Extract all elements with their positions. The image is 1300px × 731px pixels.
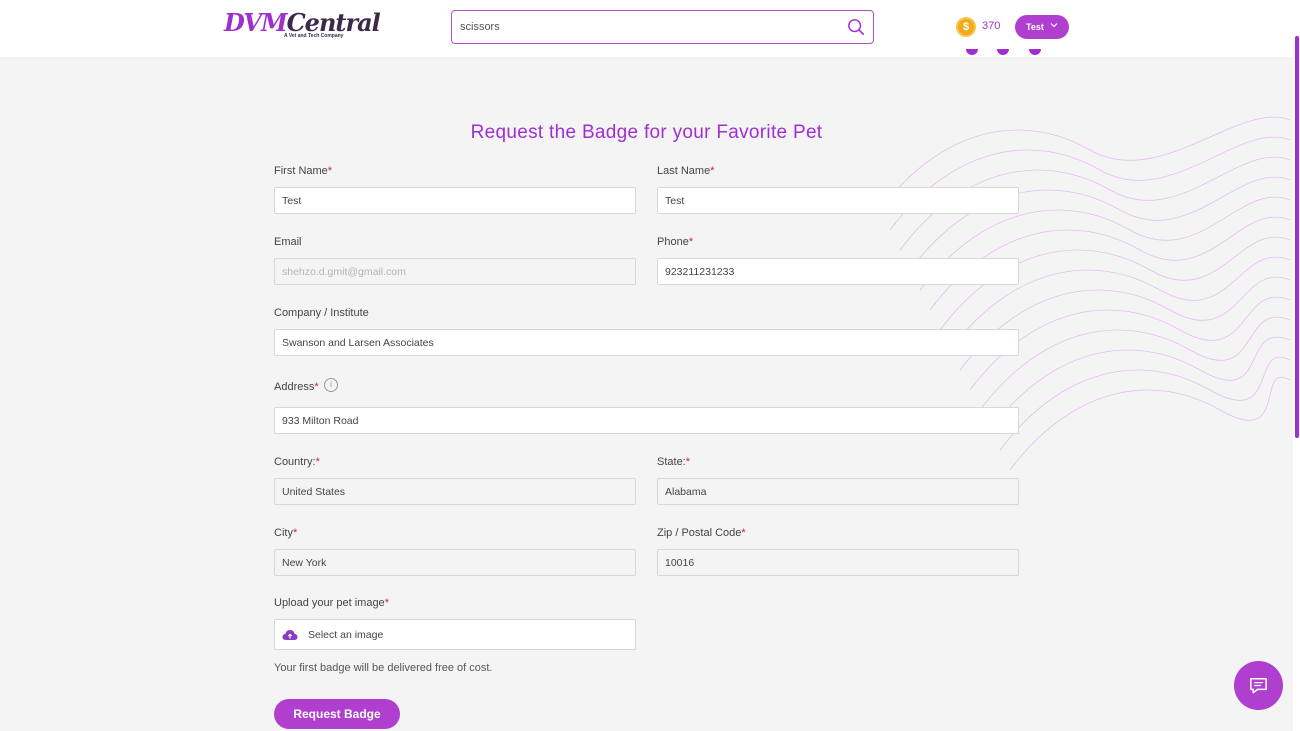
required-marker: * bbox=[292, 527, 298, 539]
free-badge-note: Your first badge will be delivered free … bbox=[274, 662, 493, 674]
required-marker: * bbox=[315, 456, 320, 468]
email-label: Email bbox=[274, 236, 302, 248]
scrollbar-thumb[interactable] bbox=[1295, 36, 1299, 438]
city-label-text: City bbox=[274, 527, 293, 539]
zip-field: 10016 bbox=[657, 549, 1019, 576]
state-field: Alabama bbox=[657, 478, 1019, 505]
page-title: Request the Badge for your Favorite Pet bbox=[470, 122, 823, 143]
required-marker: * bbox=[384, 597, 389, 609]
zip-label: Zip / Postal Code* bbox=[657, 527, 746, 539]
email-label-text: Email bbox=[274, 236, 302, 248]
upload-placeholder: Select an image bbox=[308, 629, 384, 641]
upload-label-text: Upload your pet image bbox=[274, 597, 385, 609]
email-field: shehzo.d.gmit@gmail.com bbox=[274, 258, 636, 285]
company-label: Company / Institute bbox=[274, 307, 369, 319]
info-icon[interactable] bbox=[324, 378, 338, 392]
phone-input[interactable]: 923211231233 bbox=[657, 258, 1019, 285]
required-marker: * bbox=[688, 236, 694, 248]
last-name-label: Last Name* bbox=[657, 165, 714, 177]
search-box[interactable] bbox=[451, 10, 874, 44]
zip-label-text: Zip / Postal Code bbox=[657, 527, 742, 539]
required-marker: * bbox=[710, 165, 715, 177]
state-label-text: State: bbox=[657, 456, 686, 468]
last-name-input[interactable]: Test bbox=[657, 187, 1019, 214]
required-marker: * bbox=[314, 381, 319, 393]
required-marker: * bbox=[327, 165, 333, 177]
logo-tagline: A Vet and Tech Company bbox=[284, 33, 344, 39]
first-name-label: First Name* bbox=[274, 165, 332, 177]
top-header: DVMCentral A Vet and Tech Company 370 Te… bbox=[0, 0, 1293, 57]
city-field: New York bbox=[274, 549, 636, 576]
upload-label: Upload your pet image* bbox=[274, 597, 389, 609]
request-badge-button[interactable]: Request Badge bbox=[274, 699, 400, 729]
address-input[interactable]: 933 Milton Road bbox=[274, 407, 1019, 434]
required-marker: * bbox=[685, 456, 691, 468]
address-label: Address* bbox=[274, 381, 319, 393]
chat-button[interactable] bbox=[1234, 661, 1283, 710]
phone-label: Phone* bbox=[657, 236, 693, 248]
country-label: Country:* bbox=[274, 456, 320, 468]
pet-image-upload[interactable]: Select an image bbox=[274, 619, 636, 650]
dvm-central-logo[interactable]: DVMCentral A Vet and Tech Company bbox=[224, 8, 381, 42]
search-icon[interactable] bbox=[847, 18, 865, 36]
address-label-text: Address bbox=[274, 381, 315, 393]
required-marker: * bbox=[741, 527, 746, 539]
country-label-text: Country: bbox=[274, 456, 316, 468]
company-label-text: Company / Institute bbox=[274, 307, 369, 319]
chevron-down-icon bbox=[1050, 23, 1058, 28]
first-name-label-text: First Name bbox=[274, 165, 328, 177]
country-field: United States bbox=[274, 478, 636, 505]
coin-icon bbox=[956, 17, 976, 37]
user-menu-button[interactable]: Test bbox=[1015, 15, 1069, 39]
phone-label-text: Phone bbox=[657, 236, 689, 248]
state-label: State:* bbox=[657, 456, 690, 468]
cloud-upload-icon bbox=[282, 630, 298, 640]
logo-wordmark-dvm: DVM bbox=[224, 8, 288, 37]
search-input[interactable] bbox=[460, 17, 840, 37]
last-name-label-text: Last Name bbox=[657, 165, 711, 177]
chat-bubble-icon bbox=[1250, 678, 1267, 694]
first-name-input[interactable]: Test bbox=[274, 187, 636, 214]
user-menu-label: Test bbox=[1026, 22, 1044, 32]
company-input[interactable]: Swanson and Larsen Associates bbox=[274, 329, 1019, 356]
city-label: City* bbox=[274, 527, 297, 539]
coin-balance: 370 bbox=[982, 20, 1001, 32]
